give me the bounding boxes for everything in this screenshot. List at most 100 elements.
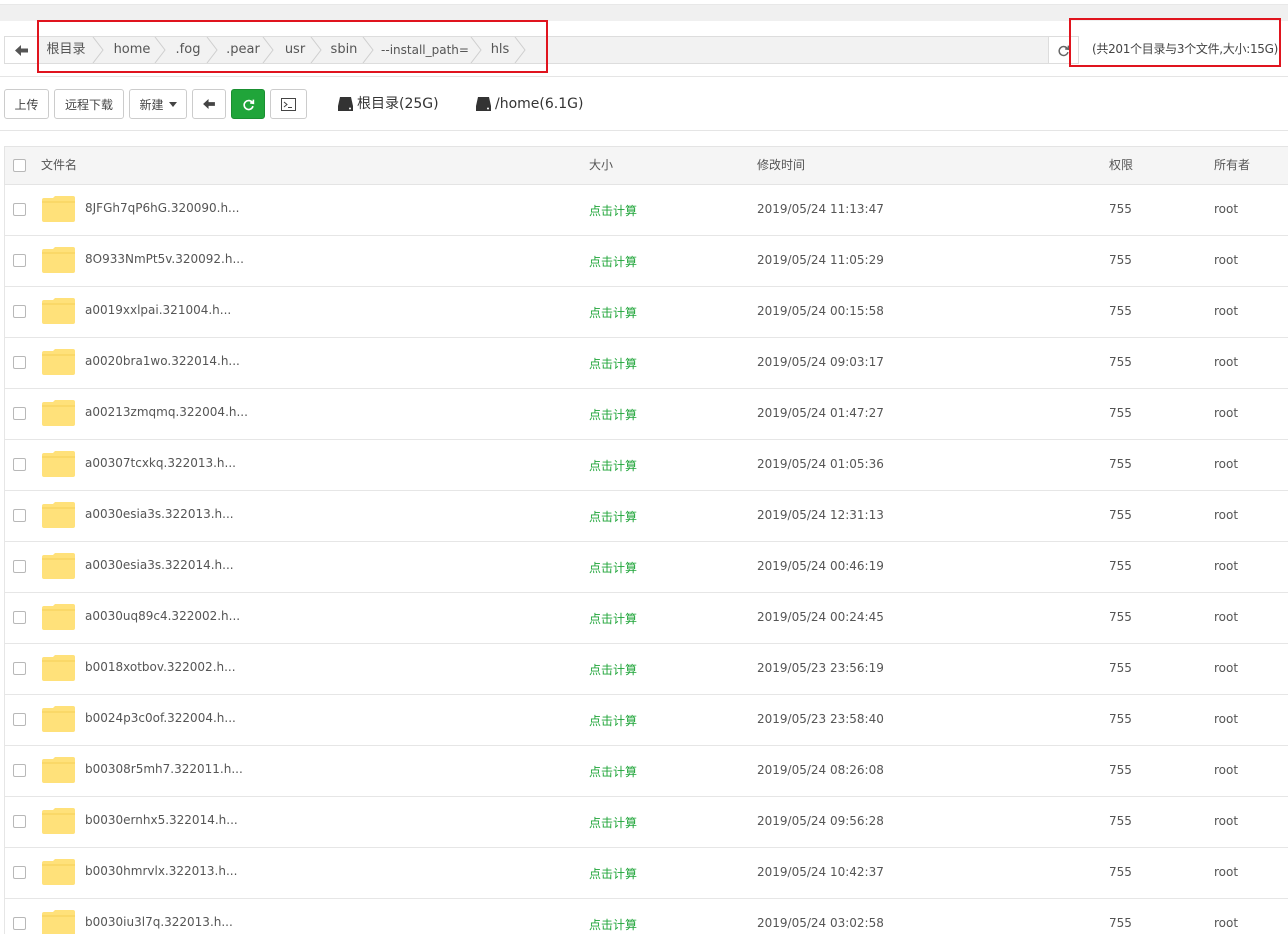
owner[interactable]: root xyxy=(1214,202,1238,216)
column-header-owner[interactable]: 所有者 xyxy=(1214,147,1250,184)
file-name[interactable]: a0019xxlpai.321004.h... xyxy=(85,303,231,317)
new-dropdown-button[interactable]: 新建 xyxy=(129,89,187,119)
row-checkbox[interactable] xyxy=(13,611,26,624)
owner[interactable]: root xyxy=(1214,508,1238,522)
permission[interactable]: 755 xyxy=(1109,661,1132,675)
size-calc-link[interactable]: 点击计算 xyxy=(589,661,637,678)
column-header-size[interactable]: 大小 xyxy=(589,147,613,184)
file-name[interactable]: a0030esia3s.322013.h... xyxy=(85,507,234,521)
table-row[interactable]: a0019xxlpai.321004.h... 点击计算 2019/05/24 00… xyxy=(4,287,1288,338)
owner[interactable]: root xyxy=(1214,916,1238,930)
permission[interactable]: 755 xyxy=(1109,508,1132,522)
row-checkbox[interactable] xyxy=(13,356,26,369)
permission[interactable]: 755 xyxy=(1109,355,1132,369)
permission[interactable]: 755 xyxy=(1109,304,1132,318)
permission[interactable]: 755 xyxy=(1109,559,1132,573)
permission[interactable]: 755 xyxy=(1109,814,1132,828)
row-checkbox[interactable] xyxy=(13,713,26,726)
row-checkbox[interactable] xyxy=(13,305,26,318)
upload-button[interactable]: 上传 xyxy=(4,89,49,119)
size-calc-link[interactable]: 点击计算 xyxy=(589,610,637,627)
permission[interactable]: 755 xyxy=(1109,202,1132,216)
row-checkbox[interactable] xyxy=(13,407,26,420)
file-name[interactable]: a0020bra1wo.322014.h... xyxy=(85,354,240,368)
disk-home[interactable]: /home(6.1G) xyxy=(476,94,583,114)
owner[interactable]: root xyxy=(1214,457,1238,471)
table-row[interactable]: a00213zmqmq.322004.h... 点击计算 2019/05/24 01… xyxy=(4,389,1288,440)
file-name[interactable]: a0030uq89c4.322002.h... xyxy=(85,609,240,623)
owner[interactable]: root xyxy=(1214,661,1238,675)
row-checkbox[interactable] xyxy=(13,254,26,267)
owner[interactable]: root xyxy=(1214,559,1238,573)
table-row[interactable]: 8JFGh7qP6hG.320090.h... 点击计算 2019/05/24 11… xyxy=(4,185,1288,236)
row-checkbox[interactable] xyxy=(13,917,26,930)
file-name[interactable]: b0018xotbov.322002.h... xyxy=(85,660,236,674)
size-calc-link[interactable]: 点击计算 xyxy=(589,406,637,423)
owner[interactable]: root xyxy=(1214,610,1238,624)
row-checkbox[interactable] xyxy=(13,764,26,777)
permission[interactable]: 755 xyxy=(1109,610,1132,624)
disk-root[interactable]: 根目录(25G) xyxy=(338,94,439,114)
refresh-button[interactable] xyxy=(231,89,265,119)
owner[interactable]: root xyxy=(1214,814,1238,828)
table-row[interactable]: b0018xotbov.322002.h... 点击计算 2019/05/23 23… xyxy=(4,644,1288,695)
owner[interactable]: root xyxy=(1214,304,1238,318)
table-row[interactable]: a0030uq89c4.322002.h... 点击计算 2019/05/24 00… xyxy=(4,593,1288,644)
file-name[interactable]: 8JFGh7qP6hG.320090.h... xyxy=(85,201,240,215)
owner[interactable]: root xyxy=(1214,406,1238,420)
size-calc-link[interactable]: 点击计算 xyxy=(589,253,637,270)
size-calc-link[interactable]: 点击计算 xyxy=(589,763,637,780)
column-header-name[interactable]: 文件名 xyxy=(41,147,77,184)
terminal-button[interactable] xyxy=(270,89,307,119)
table-row[interactable]: b0030iu3l7q.322013.h... 点击计算 2019/05/24 03… xyxy=(4,899,1288,934)
owner[interactable]: root xyxy=(1214,712,1238,726)
permission[interactable]: 755 xyxy=(1109,253,1132,267)
file-name[interactable]: b0030iu3l7q.322013.h... xyxy=(85,915,233,929)
owner[interactable]: root xyxy=(1214,355,1238,369)
table-row[interactable]: a00307tcxkq.322013.h... 点击计算 2019/05/24 01… xyxy=(4,440,1288,491)
file-name[interactable]: a00307tcxkq.322013.h... xyxy=(85,456,236,470)
row-checkbox[interactable] xyxy=(13,560,26,573)
permission[interactable]: 755 xyxy=(1109,763,1132,777)
row-checkbox[interactable] xyxy=(13,662,26,675)
file-name[interactable]: a00213zmqmq.322004.h... xyxy=(85,405,248,419)
table-row[interactable]: b0030ernhx5.322014.h... 点击计算 2019/05/24 09… xyxy=(4,797,1288,848)
size-calc-link[interactable]: 点击计算 xyxy=(589,712,637,729)
column-header-mtime[interactable]: 修改时间 xyxy=(757,147,805,184)
table-row[interactable]: b00308r5mh7.322011.h... 点击计算 2019/05/24 08… xyxy=(4,746,1288,797)
permission[interactable]: 755 xyxy=(1109,865,1132,879)
permission[interactable]: 755 xyxy=(1109,916,1132,930)
owner[interactable]: root xyxy=(1214,763,1238,777)
table-row[interactable]: b0024p3c0of.322004.h... 点击计算 2019/05/23 23… xyxy=(4,695,1288,746)
permission[interactable]: 755 xyxy=(1109,406,1132,420)
table-row[interactable]: a0020bra1wo.322014.h... 点击计算 2019/05/24 09… xyxy=(4,338,1288,389)
size-calc-link[interactable]: 点击计算 xyxy=(589,355,637,372)
table-row[interactable]: a0030esia3s.322014.h... 点击计算 2019/05/24 00… xyxy=(4,542,1288,593)
row-checkbox[interactable] xyxy=(13,509,26,522)
size-calc-link[interactable]: 点击计算 xyxy=(589,814,637,831)
size-calc-link[interactable]: 点击计算 xyxy=(589,916,637,933)
file-name[interactable]: b00308r5mh7.322011.h... xyxy=(85,762,243,776)
file-name[interactable]: b0030ernhx5.322014.h... xyxy=(85,813,238,827)
column-header-permission[interactable]: 权限 xyxy=(1109,147,1133,184)
size-calc-link[interactable]: 点击计算 xyxy=(589,457,637,474)
size-calc-link[interactable]: 点击计算 xyxy=(589,559,637,576)
owner[interactable]: root xyxy=(1214,253,1238,267)
owner[interactable]: root xyxy=(1214,865,1238,879)
row-checkbox[interactable] xyxy=(13,203,26,216)
size-calc-link[interactable]: 点击计算 xyxy=(589,508,637,525)
size-calc-link[interactable]: 点击计算 xyxy=(589,304,637,321)
select-all-checkbox[interactable] xyxy=(13,159,26,172)
table-row[interactable]: b0030hmrvlx.322013.h... 点击计算 2019/05/24 10… xyxy=(4,848,1288,899)
row-checkbox[interactable] xyxy=(13,866,26,879)
size-calc-link[interactable]: 点击计算 xyxy=(589,202,637,219)
file-name[interactable]: 8O933NmPt5v.320092.h... xyxy=(85,252,244,266)
table-row[interactable]: a0030esia3s.322013.h... 点击计算 2019/05/24 12… xyxy=(4,491,1288,542)
file-name[interactable]: b0024p3c0of.322004.h... xyxy=(85,711,236,725)
file-name[interactable]: b0030hmrvlx.322013.h... xyxy=(85,864,237,878)
row-checkbox[interactable] xyxy=(13,458,26,471)
back-button[interactable] xyxy=(192,89,226,119)
file-name[interactable]: a0030esia3s.322014.h... xyxy=(85,558,234,572)
size-calc-link[interactable]: 点击计算 xyxy=(589,865,637,882)
table-row[interactable]: 8O933NmPt5v.320092.h... 点击计算 2019/05/24 11… xyxy=(4,236,1288,287)
